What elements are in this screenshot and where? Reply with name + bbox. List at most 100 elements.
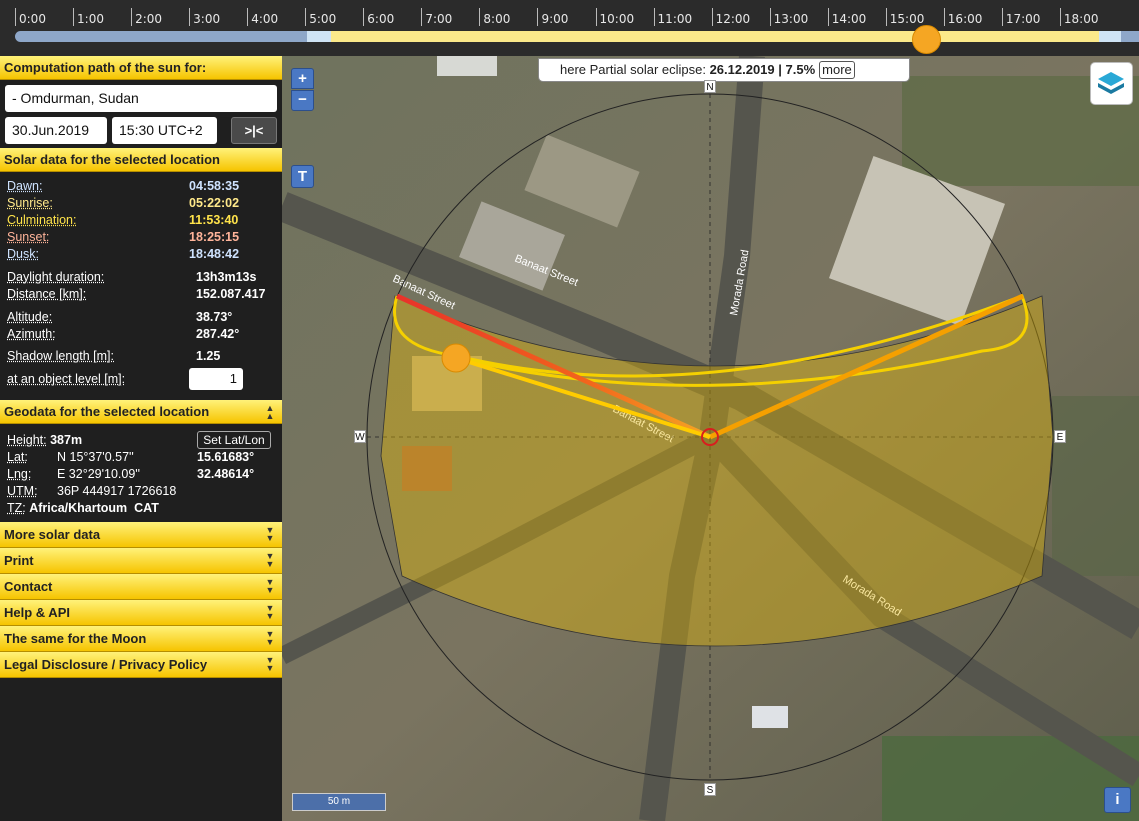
geodata-title: Geodata for the selected location [4, 404, 210, 419]
now-button[interactable]: >|< [231, 117, 277, 144]
compass-south: S [704, 783, 716, 796]
dusk-row: Dusk: 18:48:42 [7, 246, 239, 262]
eclipse-more-button[interactable]: more [819, 61, 855, 79]
panel-header-collapsed[interactable]: Print ▼ ▼ [0, 548, 282, 574]
timeline-tick [711, 8, 713, 26]
zoom-out-button[interactable]: − [291, 90, 314, 111]
timeline-tick [827, 8, 829, 26]
lat-label: Lat: [7, 450, 28, 464]
timeline-hour-label: 17:00 [1005, 12, 1041, 26]
altitude-row: Altitude: 38.73° [7, 309, 232, 325]
panel-header-collapsed[interactable]: Help & API ▼ ▼ [0, 600, 282, 626]
computation-path-title: Computation path of the sun for: [4, 60, 207, 75]
eclipse-notice: here Partial solar eclipse: 26.12.2019 |… [538, 58, 910, 82]
timeline-tick [131, 8, 133, 26]
layers-button[interactable] [1090, 62, 1133, 105]
time-input[interactable]: 15:30 UTC+2 [112, 117, 217, 144]
dawn-value: 04:58:35 [189, 179, 240, 193]
panel-header-collapsed[interactable]: Contact ▼ ▼ [0, 574, 282, 600]
timeline-bar[interactable]: 0:00 1:00 2:00 3:00 4:00 5:00 6:00 7:00 8:00 9:00… [0, 0, 1139, 56]
timeline-tick [363, 8, 365, 26]
timeline-hour-label: 15:00 [889, 12, 925, 26]
timeline-hour-label: 13:00 [773, 12, 809, 26]
expand-chevron-icon: ▼ ▼ [265, 629, 275, 647]
computation-path-header[interactable]: Computation path of the sun for: [0, 56, 282, 80]
expand-chevron-icon: ▼ ▼ [265, 603, 275, 621]
terrain-button[interactable]: T [291, 165, 314, 188]
set-lat-lon-button[interactable]: Set Lat/Lon [197, 431, 271, 449]
object-level-input[interactable]: 1 [189, 368, 243, 390]
sidebar: Computation path of the sun for: - Omdur… [0, 56, 282, 821]
shadow-value: 1.25 [196, 349, 221, 363]
lng-dms: E 32°29'10.09'' [57, 467, 141, 481]
timeline-hour-label: 14:00 [831, 12, 867, 26]
panel-header-collapsed[interactable]: More solar data ▼ ▼ [0, 522, 282, 548]
collapse-chevron-icon[interactable]: ▲ ▲ [263, 404, 277, 421]
timeline-hour-label: 7:00 [425, 12, 453, 26]
panel-header-collapsed[interactable]: Legal Disclosure / Privacy Policy ▼ ▼ [0, 652, 282, 678]
compass-north: N [704, 80, 716, 93]
lng-label: Lng: [7, 467, 32, 481]
sunset-row: Sunset: 18:25:15 [7, 229, 239, 245]
compass-east: E [1054, 430, 1066, 443]
timeline-tick [537, 8, 539, 26]
location-input[interactable]: - Omdurman, Sudan [5, 85, 277, 112]
geodata-header[interactable]: Geodata for the selected location ▲ ▲ [0, 400, 282, 424]
compass-west: W [354, 430, 366, 443]
solar-data-title: Solar data for the selected location [4, 152, 220, 167]
distance-label: Distance [km]: [7, 287, 87, 301]
timeline-hour-label: 11:00 [657, 12, 693, 26]
timeline-tick [189, 8, 191, 26]
panel-title: Contact [4, 579, 53, 594]
sunrise-value: 05:22:02 [189, 196, 240, 210]
utm-row: UTM: 36P 444917 1726618 [7, 483, 176, 499]
height-row: Height: 387m [7, 432, 82, 448]
building [752, 706, 788, 728]
info-button[interactable]: i [1104, 787, 1131, 813]
time-slider-handle[interactable] [912, 25, 941, 54]
timeline-tick [479, 8, 481, 26]
timeline-tick [943, 8, 945, 26]
solar-data-header[interactable]: Solar data for the selected location [0, 148, 282, 172]
timeline-hour-label: 16:00 [947, 12, 983, 26]
map-canvas: Banaat Street Banaat Street Banaat Stree… [282, 56, 1139, 821]
panel-title: The same for the Moon [4, 631, 147, 646]
culmination-row: Culmination: 11:53:40 [7, 212, 238, 228]
expand-chevron-icon: ▼ ▼ [265, 655, 275, 673]
date-input[interactable]: 30.Jun.2019 [5, 117, 107, 144]
height-value: 387m [50, 433, 83, 447]
timeline-tick [885, 8, 887, 26]
timeline-tick [595, 8, 597, 26]
lat-dms: N 15°37'0.57'' [57, 450, 134, 464]
zoom-in-button[interactable]: + [291, 68, 314, 89]
eclipse-date-percent: 26.12.2019 | 7.5% [709, 62, 816, 77]
shadow-label: Shadow length [m]: [7, 349, 115, 363]
timeline-tick [421, 8, 423, 26]
expand-chevron-icon: ▼ ▼ [265, 551, 275, 569]
sunset-value: 18:25:15 [189, 230, 240, 244]
building [437, 56, 497, 76]
lat-decimal: 15.61683° [197, 450, 255, 464]
daylight-value: 13h3m13s [196, 270, 257, 284]
altitude-value: 38.73° [196, 310, 233, 324]
timeline-hour-label: 1:00 [77, 12, 104, 26]
dusk-value: 18:48:42 [189, 247, 240, 261]
timeline-hour-label: 5:00 [309, 12, 337, 26]
panel-title: Legal Disclosure / Privacy Policy [4, 657, 208, 672]
altitude-label: Altitude: [7, 310, 53, 324]
shadow-row: Shadow length [m]: 1.25 [7, 348, 220, 364]
timeline-hour-label: 18:00 [1063, 12, 1099, 26]
culmination-label: Culmination: [7, 213, 77, 227]
distance-row: Distance [km]: 152.087.417 [7, 286, 266, 302]
map-view[interactable]: Banaat Street Banaat Street Banaat Stree… [282, 56, 1139, 821]
dawn-row: Dawn: 04:58:35 [7, 178, 239, 194]
daylight-row: Daylight duration: 13h3m13s [7, 269, 256, 285]
azimuth-value: 287.42° [196, 327, 240, 341]
panel-title: More solar data [4, 527, 101, 542]
panel-header-collapsed[interactable]: The same for the Moon ▼ ▼ [0, 626, 282, 652]
panel-title: Help & API [4, 605, 70, 620]
sun-position-icon[interactable] [441, 343, 471, 373]
culmination-value: 11:53:40 [189, 213, 239, 227]
timeline-hour-label: 6:00 [367, 12, 395, 26]
tz-value: Africa/Khartoum CAT [29, 501, 159, 515]
